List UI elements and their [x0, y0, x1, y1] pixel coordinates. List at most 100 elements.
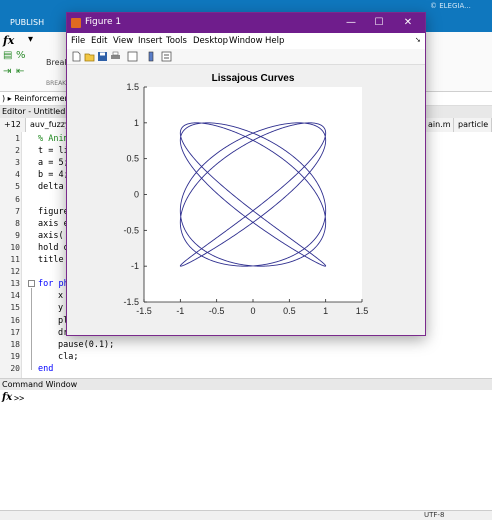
menu-help[interactable]: Help: [265, 36, 284, 46]
comment-icon[interactable]: %: [16, 50, 26, 61]
line-number: 3: [15, 158, 20, 168]
x-tick-label: -1: [176, 306, 184, 316]
code-line[interactable]: title: [38, 255, 64, 265]
command-window[interactable]: fx >>: [0, 390, 492, 510]
save-icon[interactable]: [97, 51, 108, 62]
menu-insert[interactable]: Insert: [138, 36, 162, 46]
menu-file[interactable]: File: [71, 36, 85, 46]
code-line[interactable]: axis e: [38, 219, 69, 229]
plot-area[interactable]: Lissajous Curves -1.5 -1 -0.5 0 0.5 1 1.5 1.5 1 0.…: [67, 65, 425, 335]
code-line[interactable]: for ph: [38, 279, 69, 289]
print-icon[interactable]: [110, 51, 121, 62]
editor-tab-auv-fuzzy[interactable]: auv_fuzzy: [26, 118, 70, 132]
new-icon[interactable]: [71, 51, 82, 62]
insert-section-icon[interactable]: ▤: [3, 50, 12, 61]
y-tick-label: -0.5: [123, 225, 139, 235]
editor-tab-untitled[interactable]: +12: [0, 118, 26, 132]
line-number: 8: [15, 218, 20, 228]
menu-desktop[interactable]: Desktop: [193, 36, 228, 46]
line-number-gutter: 1 2 3 4 5 6 7 8 9 10 11 12 13 14 15 16 17 18 19 20: [0, 132, 22, 378]
y-tick-label: 0.5: [126, 154, 139, 164]
line-number: 6: [15, 194, 20, 204]
figure-title: Figure 1: [85, 17, 122, 27]
line-number: 15: [10, 303, 20, 313]
line-number: 18: [10, 339, 20, 349]
menu-window[interactable]: Window: [229, 36, 263, 46]
dock-arrow-icon[interactable]: ➘: [415, 36, 421, 44]
editor-tab-particle[interactable]: particle: [454, 118, 492, 132]
encoding-label: UTF-8: [424, 511, 445, 519]
code-line[interactable]: a = 5;: [38, 158, 69, 168]
line-number: 19: [10, 351, 20, 361]
fx-icon[interactable]: fx: [3, 34, 14, 47]
y-tick-label: 1.5: [126, 82, 139, 92]
line-number: 7: [15, 206, 20, 216]
y-tick-label: -1.5: [123, 297, 139, 307]
status-bar: UTF-8: [0, 510, 492, 520]
watermark-text: © ELEGIA...: [430, 2, 471, 10]
line-number: 16: [10, 315, 20, 325]
line-number: 10: [10, 242, 20, 252]
command-window-title: Command Window: [0, 378, 492, 390]
zoom-icon[interactable]: [127, 51, 138, 62]
code-line[interactable]: end: [38, 364, 53, 374]
editor-tab-main[interactable]: ain.m: [424, 118, 454, 132]
y-tick-label: 1: [134, 118, 139, 128]
menu-view[interactable]: View: [113, 36, 133, 46]
code-line[interactable]: figure: [38, 207, 69, 217]
line-number: 20: [10, 363, 20, 373]
code-line[interactable]: t = li: [38, 146, 69, 156]
x-tick-label: -0.5: [209, 306, 225, 316]
tab-publish[interactable]: PUBLISH: [0, 14, 70, 32]
code-line[interactable]: b = 4;: [38, 170, 69, 180]
code-line[interactable]: hold o: [38, 243, 69, 253]
line-number: 11: [10, 255, 20, 264]
fx-icon: fx: [2, 392, 13, 403]
open-icon[interactable]: [84, 51, 95, 62]
chart-title: Lissajous Curves: [212, 73, 295, 84]
menu-tools[interactable]: Tools: [166, 36, 187, 46]
legend-icon[interactable]: [161, 51, 172, 62]
dropdown-arrow-icon[interactable]: ▾: [28, 34, 33, 45]
code-line[interactable]: % Anim: [38, 134, 69, 144]
colorbar-icon[interactable]: [147, 51, 158, 62]
x-tick-label: 1: [323, 306, 328, 316]
line-number: 14: [10, 291, 20, 301]
outdent-icon[interactable]: ⇤: [16, 66, 24, 77]
line-number: 1: [15, 134, 20, 143]
x-tick-label: 1.5: [356, 306, 369, 316]
command-prompt: >>: [14, 394, 25, 404]
code-line[interactable]: x: [58, 291, 63, 301]
code-line[interactable]: pause(0.1);: [58, 340, 114, 350]
code-fold-toggle[interactable]: [28, 280, 35, 287]
y-tick-label: -1: [131, 261, 139, 271]
line-number: 13: [10, 279, 20, 289]
matlab-logo-icon: [71, 18, 81, 28]
fold-guide-line: [31, 288, 32, 370]
line-number: 5: [15, 182, 20, 192]
menu-edit[interactable]: Edit: [91, 36, 107, 46]
code-line[interactable]: delta: [38, 182, 64, 192]
code-line[interactable]: axis(: [38, 231, 64, 241]
figure-titlebar[interactable]: Figure 1 — ☐ ✕: [67, 13, 425, 33]
line-number: 2: [15, 146, 20, 156]
maximize-button[interactable]: ☐: [370, 15, 388, 31]
minimize-button[interactable]: —: [342, 15, 360, 31]
y-tick-label: 0: [134, 190, 139, 200]
line-number: 4: [15, 170, 20, 180]
break-section-label: BREAK: [46, 80, 67, 87]
indent-icon[interactable]: ⇥: [3, 66, 11, 77]
line-number: 12: [10, 267, 20, 277]
x-tick-label: 0: [250, 306, 255, 316]
code-line[interactable]: cla;: [58, 352, 78, 362]
x-tick-label: 0.5: [283, 306, 296, 316]
figure-window[interactable]: Figure 1 — ☐ ✕ File Edit View Insert Too…: [66, 12, 426, 336]
line-number: 9: [15, 230, 20, 240]
line-number: 17: [10, 327, 20, 337]
figure-toolbar: [67, 49, 425, 65]
code-line[interactable]: y: [58, 303, 63, 313]
x-tick-label: -1.5: [136, 306, 152, 316]
axes-background[interactable]: [144, 87, 362, 302]
figure-menubar: File Edit View Insert Tools Desktop Wind…: [67, 33, 425, 49]
close-button[interactable]: ✕: [399, 15, 417, 31]
